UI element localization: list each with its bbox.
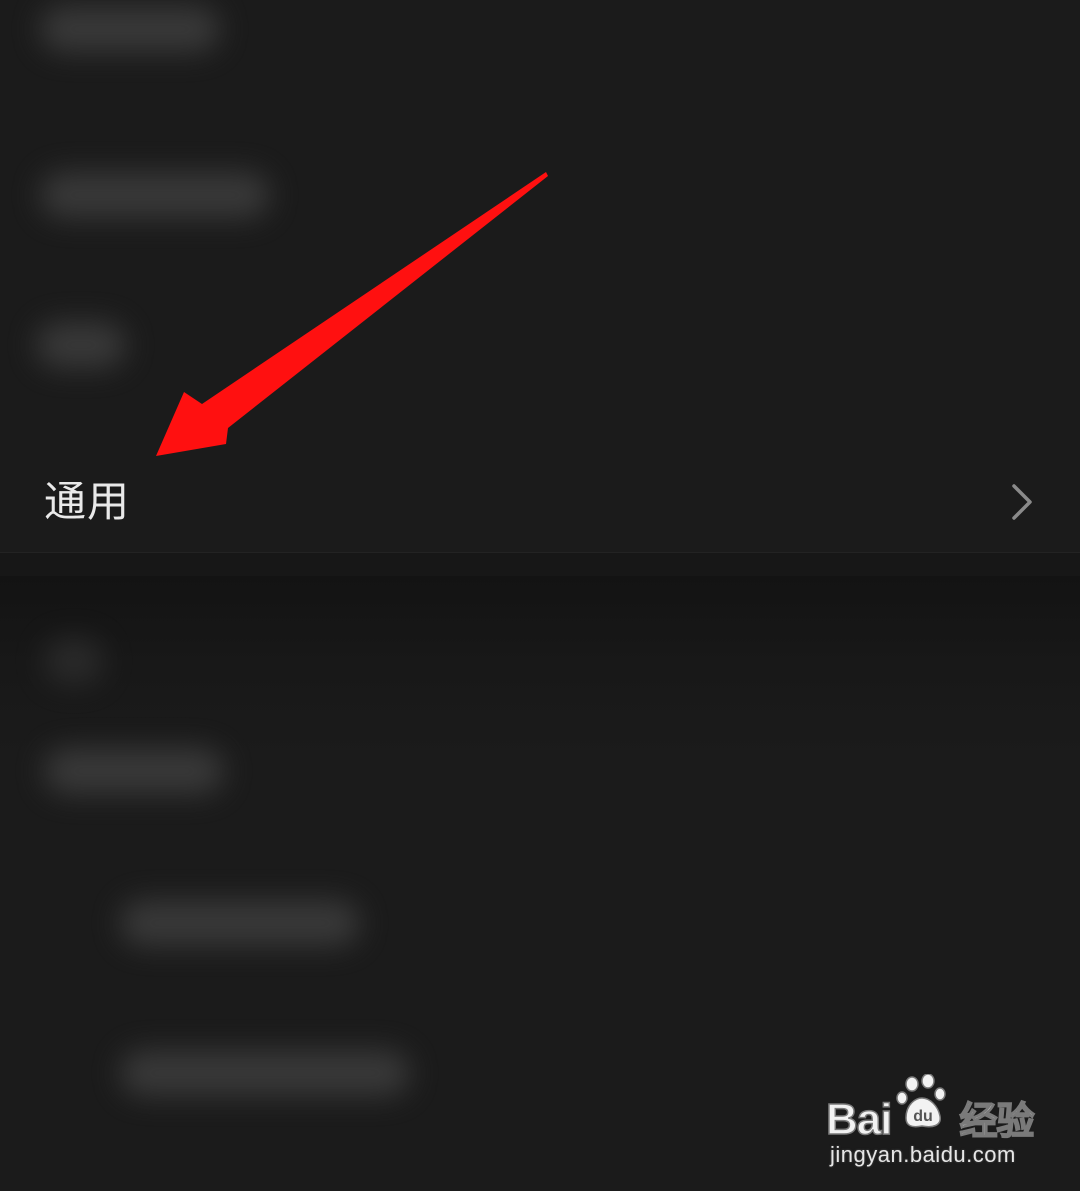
watermark-logo-right: 经验	[959, 1100, 1036, 1144]
blurred-setting-item	[40, 172, 270, 218]
section-divider	[0, 552, 1080, 577]
settings-group-top: 通用	[0, 0, 1080, 552]
settings-item-general[interactable]: 通用	[0, 452, 1080, 552]
blurred-setting-item	[44, 748, 224, 794]
watermark-url: jingyan.baidu.com	[830, 1142, 1016, 1167]
blurred-setting-item	[36, 322, 126, 368]
watermark-logo-text: Bai 经验	[825, 1090, 1036, 1145]
watermark-logo-left: Bai	[825, 1094, 893, 1145]
blurred-setting-item	[120, 900, 360, 946]
settings-screen: 通用 du Bai 经验 jingyan.baidu.com	[0, 0, 1080, 1191]
settings-item-general-label: 通用	[44, 477, 131, 526]
chevron-right-icon	[1012, 484, 1032, 520]
blurred-setting-item	[120, 1050, 410, 1096]
blurred-setting-item	[44, 638, 104, 684]
blurred-setting-item	[40, 6, 220, 52]
baidu-jingyan-watermark: du Bai 经验 jingyan.baidu.com	[825, 1074, 1046, 1174]
